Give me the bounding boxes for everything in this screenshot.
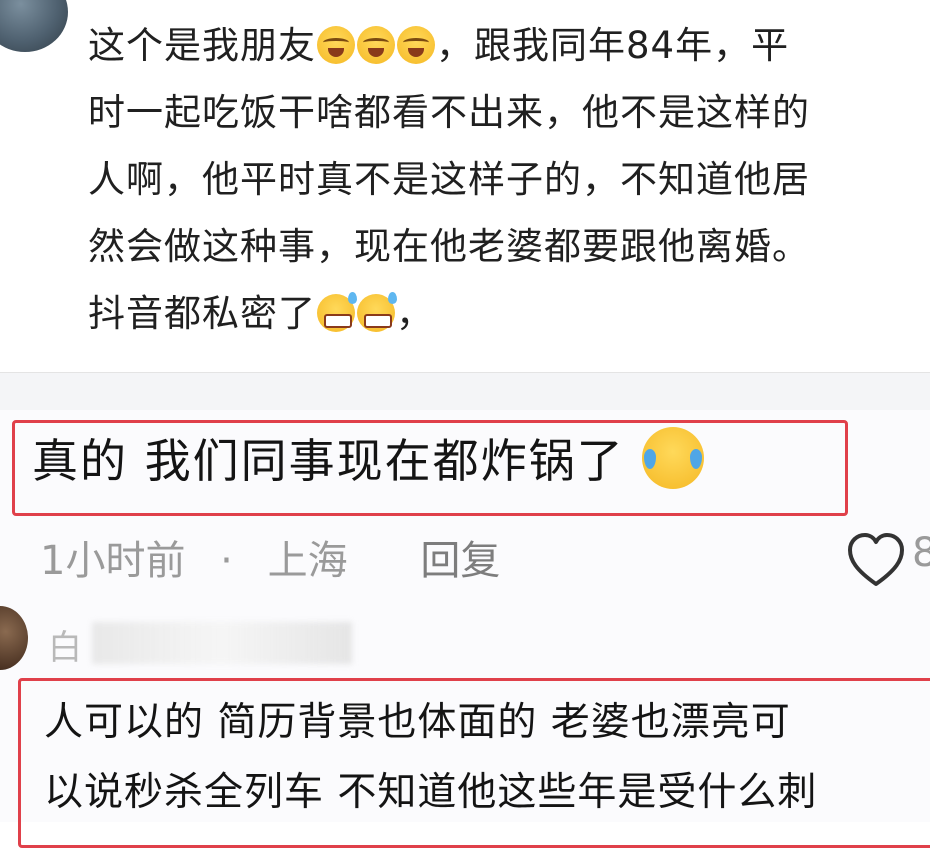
like-count: 8 <box>912 530 930 576</box>
comment-line: 抖音都私密了， <box>88 292 434 335</box>
comment-line: 人可以的 简历背景也体面的 老婆也漂亮可 <box>44 700 791 745</box>
comment-line: 以说秒杀全列车 不知道他这些年是受什么刺 <box>44 770 818 815</box>
comment-time: 1小时前 <box>40 538 186 584</box>
tears-of-joy-face-icon <box>642 427 705 489</box>
comment-line: 时一起吃饭干啥都看不出来，他不是这样的 <box>88 91 810 134</box>
sweat-smile-face-icon <box>317 292 357 332</box>
comment-line: 人啊，他平时真不是这样子的，不知道他居 <box>88 158 810 201</box>
comment-meta: 1小时前 · 上海 回复 <box>40 528 522 586</box>
comment-line: 这个是我朋友 ，跟我同年84年，平 <box>88 24 790 67</box>
avatar[interactable] <box>0 606 28 670</box>
reply-button[interactable]: 回复 <box>420 538 500 584</box>
comment-line: 然会做这种事，现在他老婆都要跟他离婚。 <box>88 225 810 268</box>
heart-outline-icon[interactable] <box>846 532 906 588</box>
top-comment-panel: 这个是我朋友 ，跟我同年84年，平 时一起吃饭干啥都看不出来，他不是这样的 人啊，… <box>0 0 930 372</box>
blurred-username <box>92 622 352 664</box>
sweat-smile-face-icon <box>357 292 397 332</box>
comment-location: 上海 <box>267 538 348 584</box>
screenshot-divider <box>0 372 930 411</box>
loudly-crying-face-icon <box>317 26 355 64</box>
top-comment-body: 这个是我朋友 ，跟我同年84年，平 时一起吃饭干啥都看不出来，他不是这样的 人啊，… <box>88 12 888 347</box>
loudly-crying-face-icon <box>357 26 395 64</box>
loudly-crying-face-icon <box>397 26 435 64</box>
next-comment-body: 人可以的 简历背景也体面的 老婆也漂亮可 以说秒杀全列车 不知道他这些年是受什么… <box>44 688 930 828</box>
reply-panel: 真的 我们同事现在都炸锅了 1小时前 · 上海 回复 8 白 人可以的 简历背景… <box>0 410 930 848</box>
meta-separator: · <box>220 538 233 584</box>
avatar[interactable] <box>0 0 68 52</box>
reply-comment-text: 真的 我们同事现在都炸锅了 <box>32 426 705 496</box>
username[interactable]: 白 <box>48 620 82 669</box>
